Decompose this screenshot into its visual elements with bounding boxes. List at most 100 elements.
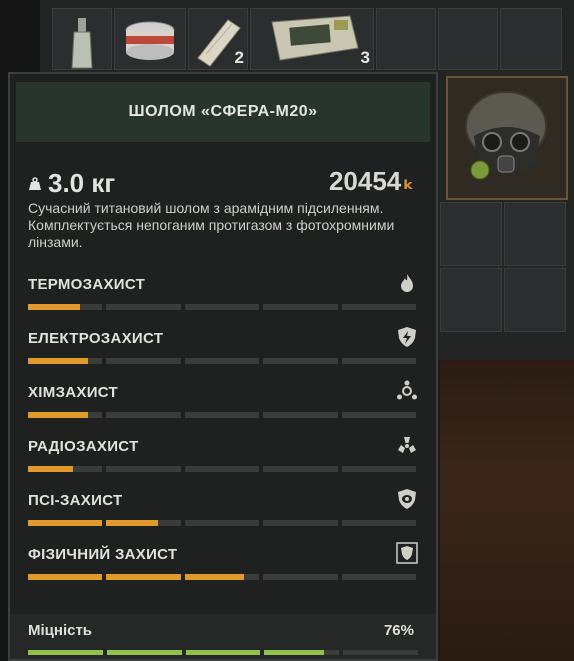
stat-bar-segment (106, 520, 181, 526)
durability-value: 76% (383, 622, 414, 639)
stat-radiation: РАДІОЗАХИСТ (28, 437, 420, 478)
radiation-icon (398, 437, 416, 453)
armor-icon (396, 542, 418, 564)
inventory-cell[interactable] (376, 8, 436, 70)
stat-bar-segment (28, 520, 103, 526)
stat-bar (28, 304, 417, 310)
helmet-equipment-slot[interactable] (446, 76, 568, 200)
stat-bar-fill (106, 520, 159, 526)
stat-chemical: ХІМЗАХИСТ (28, 380, 420, 424)
bottle-icon (71, 18, 93, 69)
inventory-cell[interactable] (438, 8, 498, 70)
stat-bar-segment (341, 574, 417, 580)
durability-bar-segment (264, 650, 340, 655)
stat-bar-segment (263, 304, 338, 310)
stat-bar-segment (184, 304, 260, 310)
can-icon (125, 21, 175, 60)
durability-bar-fill (106, 650, 182, 655)
durability-bar (28, 650, 418, 655)
helmet-icon (465, 91, 547, 180)
stat-bar-segment (106, 412, 181, 418)
stat-bar-segment (263, 574, 338, 580)
durability-bar-segment (28, 650, 103, 655)
stat-bar (28, 574, 417, 580)
stat-bar-fill (28, 358, 88, 364)
inventory-cell[interactable] (504, 268, 566, 332)
durability-bar-fill (264, 650, 325, 655)
stat-bar-segment (341, 520, 417, 526)
inventory-cell[interactable] (500, 8, 562, 70)
stat-bar-segment (28, 358, 103, 364)
bottle-item[interactable] (52, 8, 112, 70)
stat-label: ФІЗИЧНИЙ ЗАХИСТ (28, 546, 178, 563)
durability-label: Міцність (28, 622, 93, 639)
durability-bar-segment (185, 650, 261, 655)
durability-bar-fill (28, 650, 103, 655)
chemical-icon (397, 380, 417, 400)
stat-bar-segment (263, 358, 338, 364)
stat-bar-fill (28, 304, 81, 310)
stat-bar-segment (341, 466, 417, 472)
stat-bar-segment (184, 412, 260, 418)
durability-section: Міцність 76% (10, 614, 436, 659)
stat-bar-fill (28, 520, 103, 526)
stat-bar-fill (184, 574, 245, 580)
durability-bar-fill (185, 650, 261, 655)
stat-bar-segment (106, 358, 181, 364)
psi-icon (398, 489, 416, 509)
stat-label: РАДІОЗАХИСТ (28, 438, 139, 455)
stat-bar-segment (28, 412, 103, 418)
durability-bar-segment (106, 650, 182, 655)
ammo-box-item[interactable]: 3 (250, 8, 374, 70)
stat-bar-segment (263, 520, 338, 526)
stat-bar-segment (263, 466, 338, 472)
stat-bar-segment (341, 304, 417, 310)
ammo-box-icon (271, 15, 359, 61)
stat-psi: ПСІ-ЗАХИСТ (28, 489, 420, 532)
item-tooltip: ШОЛОМ «СФЕРА-М20» 3.0 кг 20454 ₖ Сучасни… (8, 72, 438, 661)
fire-icon (401, 274, 413, 292)
stat-bar-fill (28, 574, 103, 580)
stat-bar-segment (184, 520, 260, 526)
item-title: ШОЛОМ «СФЕРА-М20» (128, 103, 318, 120)
weight-icon (29, 176, 41, 190)
canned-food-item[interactable] (114, 8, 186, 70)
item-description: Сучасний титановий шолом з арамідним під… (28, 200, 395, 250)
stat-bar (28, 412, 417, 418)
stat-bar-segment (106, 466, 181, 472)
stat-thermal: ТЕРМОЗАХИСТ (28, 274, 420, 316)
stat-bar-segment (184, 358, 260, 364)
stat-bar (28, 520, 417, 526)
stat-label: ПСІ-ЗАХИСТ (28, 492, 123, 509)
stat-bar-segment (184, 574, 260, 580)
coupon-currency-icon: ₖ (403, 168, 414, 194)
stat-bar-segment (341, 412, 417, 418)
weight-row: 3.0 кг (28, 168, 115, 199)
price-row: 20454 ₖ (329, 166, 414, 197)
stat-label: ХІМЗАХИСТ (28, 384, 119, 401)
stat-physical: ФІЗИЧНИЙ ЗАХИСТ (28, 542, 420, 586)
stat-electric: ЕЛЕКТРОЗАХИСТ (28, 327, 420, 370)
stat-bar (28, 466, 417, 472)
stat-bar-fill (28, 466, 73, 472)
stat-label: ТЕРМОЗАХИСТ (28, 276, 146, 293)
lightning-shield-icon (398, 327, 416, 347)
inventory-cell[interactable] (440, 268, 502, 332)
stat-bar (28, 358, 417, 364)
stat-bar-fill (106, 574, 181, 580)
bandage-item[interactable]: 2 (188, 8, 248, 70)
stat-label: ЕЛЕКТРОЗАХИСТ (28, 330, 164, 347)
stat-bar-segment (106, 574, 181, 580)
stat-bar-fill (28, 412, 88, 418)
stat-bar-segment (28, 304, 103, 310)
stat-bar-segment (263, 412, 338, 418)
item-weight: 3.0 кг (48, 168, 116, 198)
item-price: 20454 (328, 166, 402, 196)
inventory-cell[interactable] (504, 202, 566, 266)
stat-bar-segment (28, 574, 103, 580)
background-scenery (440, 360, 574, 661)
durability-bar-segment (343, 650, 418, 655)
stat-bar-segment (106, 304, 181, 310)
stat-bar-segment (184, 466, 260, 472)
inventory-cell[interactable] (440, 202, 502, 266)
